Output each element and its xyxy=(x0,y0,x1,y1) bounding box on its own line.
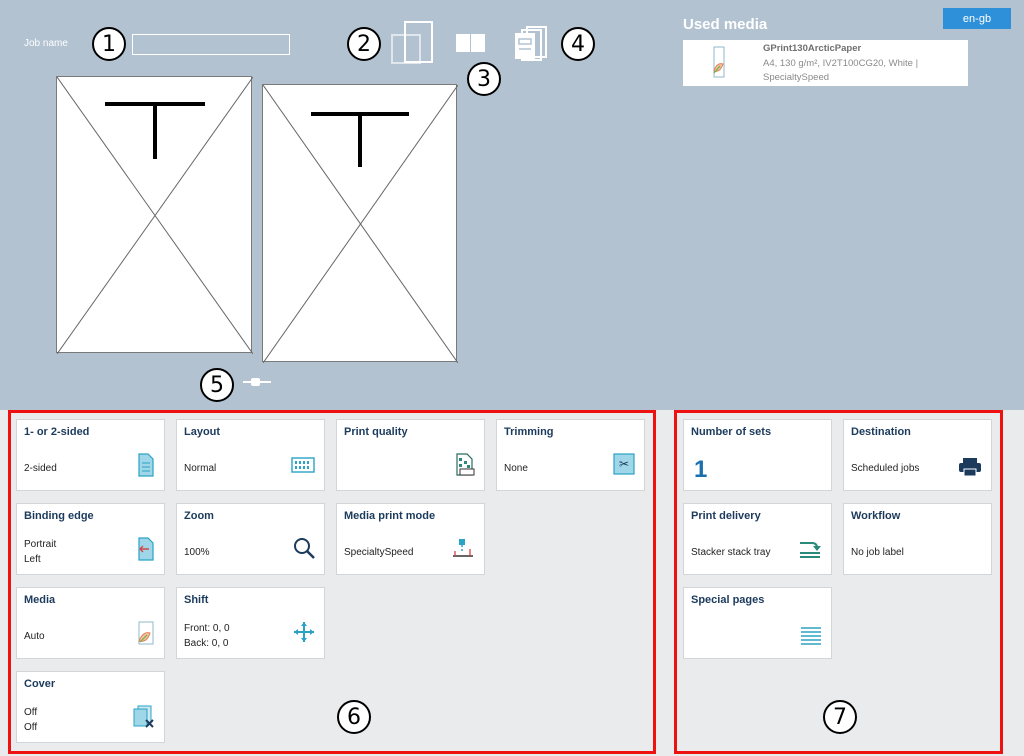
tile-value: No job label xyxy=(851,547,904,558)
language-button[interactable]: en-gb xyxy=(943,8,1011,29)
job-name-input[interactable] xyxy=(132,34,290,55)
shift-arrows-icon xyxy=(294,622,314,642)
number-of-sets-value: 1 xyxy=(694,456,708,483)
zoom-icon xyxy=(294,538,315,559)
used-media-name: GPrint130ArcticPaper xyxy=(763,43,862,54)
tile-title: Binding edge xyxy=(24,510,94,522)
two-sided-document-icon xyxy=(138,453,154,477)
used-media-title: Used media xyxy=(683,16,768,33)
tile-shift[interactable]: Shift Front: 0, 0 Back: 0, 0 xyxy=(176,587,325,659)
tile-title: Layout xyxy=(184,426,221,438)
front-page-preview xyxy=(56,76,253,354)
tile-workflow[interactable]: Workflow No job label xyxy=(843,503,992,575)
tile-title: Shift xyxy=(184,594,209,606)
tile-value: Off Off xyxy=(24,707,38,733)
tile-value: Stacker stack tray xyxy=(691,547,771,558)
svg-text:✂: ✂ xyxy=(619,457,629,471)
tile-value: Normal xyxy=(184,463,217,474)
callout-3: 3 xyxy=(467,62,501,96)
special-pages-icon xyxy=(801,627,821,645)
tile-value: Front: 0, 0 Back: 0, 0 xyxy=(184,623,230,649)
tile-print-quality[interactable]: Print quality xyxy=(336,419,485,491)
stacker-tray-icon xyxy=(800,542,821,558)
callout-1: 1 xyxy=(92,27,126,61)
tile-number-of-sets[interactable]: Number of sets 1 xyxy=(683,419,832,491)
job-stack-icon[interactable] xyxy=(513,25,549,61)
tile-title: Print quality xyxy=(344,426,408,438)
media-sheet-icon xyxy=(713,46,725,78)
tile-value: Auto xyxy=(24,631,45,642)
job-name-label: Job name xyxy=(24,38,68,49)
tile-cover[interactable]: Cover Off Off xyxy=(16,671,165,743)
tile-print-delivery[interactable]: Print delivery Stacker stack tray xyxy=(683,503,832,575)
cover-icon xyxy=(133,705,154,728)
tile-title: Zoom xyxy=(184,510,214,522)
tile-title: Media print mode xyxy=(344,510,436,522)
tile-title: Workflow xyxy=(851,510,901,522)
media-icon xyxy=(138,621,154,645)
used-media-card[interactable]: GPrint130ArcticPaper A4, 130 g/m², IV2T1… xyxy=(683,40,968,86)
tile-media-print-mode[interactable]: Media print mode SpecialtySpeed xyxy=(336,503,485,575)
used-media-detail: A4, 130 g/m², IV2T100CG20, White | Speci… xyxy=(763,58,919,83)
tile-title: Number of sets xyxy=(691,426,772,438)
callout-2: 2 xyxy=(347,27,381,61)
media-print-mode-icon xyxy=(453,539,473,557)
page-view-icon[interactable] xyxy=(391,21,435,65)
tile-title: Print delivery xyxy=(691,510,761,522)
tile-binding-edge[interactable]: Binding edge Portrait Left xyxy=(16,503,165,575)
tile-title: Destination xyxy=(851,426,911,438)
tile-media[interactable]: Media Auto xyxy=(16,587,165,659)
tile-value: SpecialtySpeed xyxy=(344,547,414,558)
tile-value: Portrait Left xyxy=(24,539,57,565)
tile-zoom[interactable]: Zoom 100% xyxy=(176,503,325,575)
printer-icon xyxy=(959,458,981,477)
tile-trimming[interactable]: Trimming None ✂ xyxy=(496,419,645,491)
layout-icon xyxy=(291,457,315,473)
tile-title: Media xyxy=(24,594,56,606)
tile-sides[interactable]: 1- or 2-sided 2-sided xyxy=(16,419,165,491)
tile-title: 1- or 2-sided xyxy=(24,426,90,438)
tile-value: Scheduled jobs xyxy=(851,463,920,474)
tile-value: 100% xyxy=(184,547,210,558)
tile-special-pages[interactable]: Special pages xyxy=(683,587,832,659)
tile-title: Trimming xyxy=(504,426,554,438)
spread-view-icon[interactable] xyxy=(455,33,487,53)
trimming-icon: ✂ xyxy=(613,453,635,475)
tile-layout[interactable]: Layout Normal xyxy=(176,419,325,491)
tile-title: Cover xyxy=(24,678,56,690)
binding-edge-icon xyxy=(138,537,154,561)
page-slider-icon[interactable] xyxy=(241,376,273,388)
print-quality-icon xyxy=(456,453,475,476)
callout-5: 5 xyxy=(200,368,234,402)
tile-destination[interactable]: Destination Scheduled jobs xyxy=(843,419,992,491)
callout-4: 4 xyxy=(561,27,595,61)
tile-value: None xyxy=(504,463,528,474)
back-page-preview xyxy=(262,84,458,363)
tile-value: 2-sided xyxy=(24,463,57,474)
tile-title: Special pages xyxy=(691,594,765,606)
